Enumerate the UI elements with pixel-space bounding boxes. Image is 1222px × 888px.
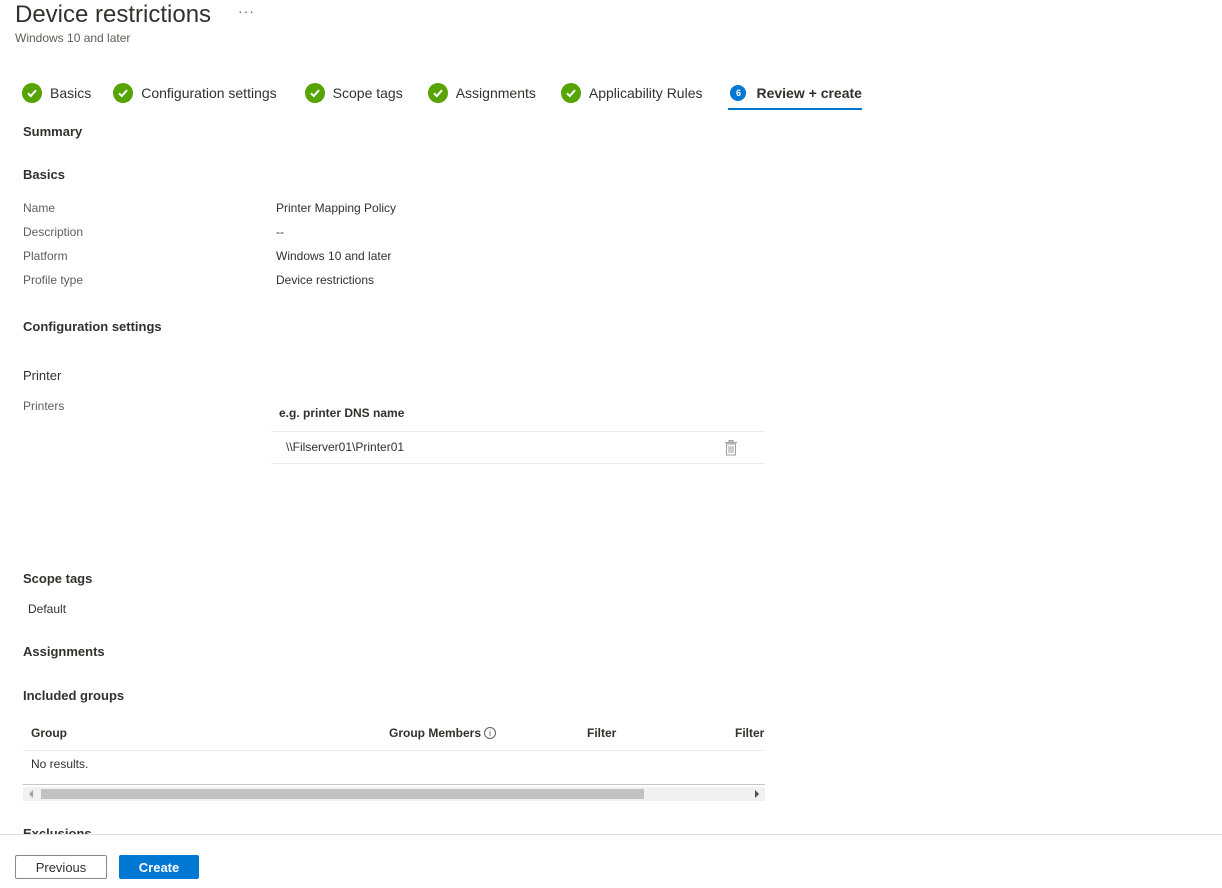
scope-tag-value: Default [28,602,67,616]
column-header-filter: Filter [587,726,617,740]
horizontal-scrollbar[interactable] [23,787,765,801]
included-groups-heading: Included groups [23,688,125,703]
checkmark-icon [304,83,325,103]
step-configuration-settings[interactable]: Configuration settings [113,81,277,105]
step-applicability-rules[interactable]: Applicability Rules [560,81,703,105]
platform-value: Windows 10 and later [276,249,392,263]
basics-heading: Basics [23,167,65,182]
column-header-group: Group [31,726,67,740]
printers-column-header: e.g. printer DNS name [279,406,405,420]
table-divider [23,784,765,785]
table-divider [271,463,765,464]
step-review-create[interactable]: 6 Review + create [728,81,863,110]
assignments-heading: Assignments [23,644,105,659]
exclusions-heading-partial: Exclusions [23,826,92,834]
description-label: Description [23,225,84,239]
profile-type-label: Profile type [23,273,84,287]
step-label: Applicability Rules [588,85,703,101]
step-label: Configuration settings [141,85,277,101]
scope-tags-heading: Scope tags [23,571,93,586]
column-header-group-members: Group Members i [389,726,497,740]
page-subtitle: Windows 10 and later [15,31,131,45]
step-assignments[interactable]: Assignments [427,81,536,105]
step-basics[interactable]: Basics [22,81,91,105]
printers-label: Printers [23,399,65,413]
platform-label: Platform [23,249,68,263]
checkmark-icon [22,83,42,103]
step-label: Basics [50,85,92,101]
more-options-icon[interactable]: ··· [238,3,255,19]
info-icon[interactable]: i [484,727,497,739]
column-header-filter-mode: Filter [735,726,765,740]
scrollbar-thumb[interactable] [41,789,644,799]
step-label: Review + create [756,85,862,101]
footer-bar: Previous Create [0,834,1222,888]
configuration-settings-heading: Configuration settings [23,319,162,334]
create-button[interactable]: Create [119,855,199,879]
printer-row-value: \\Filserver01\Printer01 [286,440,405,454]
wizard-steps: Basics Configuration settings Scope tags… [22,81,863,111]
page-title: Device restrictions [15,1,212,28]
profile-type-value: Device restrictions [276,273,375,287]
scroll-left-icon[interactable] [29,790,33,798]
column-header-label: Group Members [389,726,482,740]
checkmark-icon [427,83,448,103]
step-label: Assignments [455,85,536,101]
printer-category: Printer [23,368,62,383]
no-results-text: No results. [31,757,89,771]
name-value: Printer Mapping Policy [276,201,397,215]
table-divider [23,750,765,751]
step-label: Scope tags [332,85,403,101]
step-number-badge: 6 [730,85,747,101]
scroll-right-icon[interactable] [755,790,759,798]
summary-heading: Summary [23,124,83,139]
checkmark-icon [113,83,134,103]
step-scope-tags[interactable]: Scope tags [304,81,403,105]
previous-button[interactable]: Previous [15,855,107,879]
checkmark-icon [560,83,581,103]
table-divider [271,431,765,432]
description-value: -- [276,225,284,239]
name-label: Name [23,201,56,215]
delete-icon[interactable] [724,440,738,456]
